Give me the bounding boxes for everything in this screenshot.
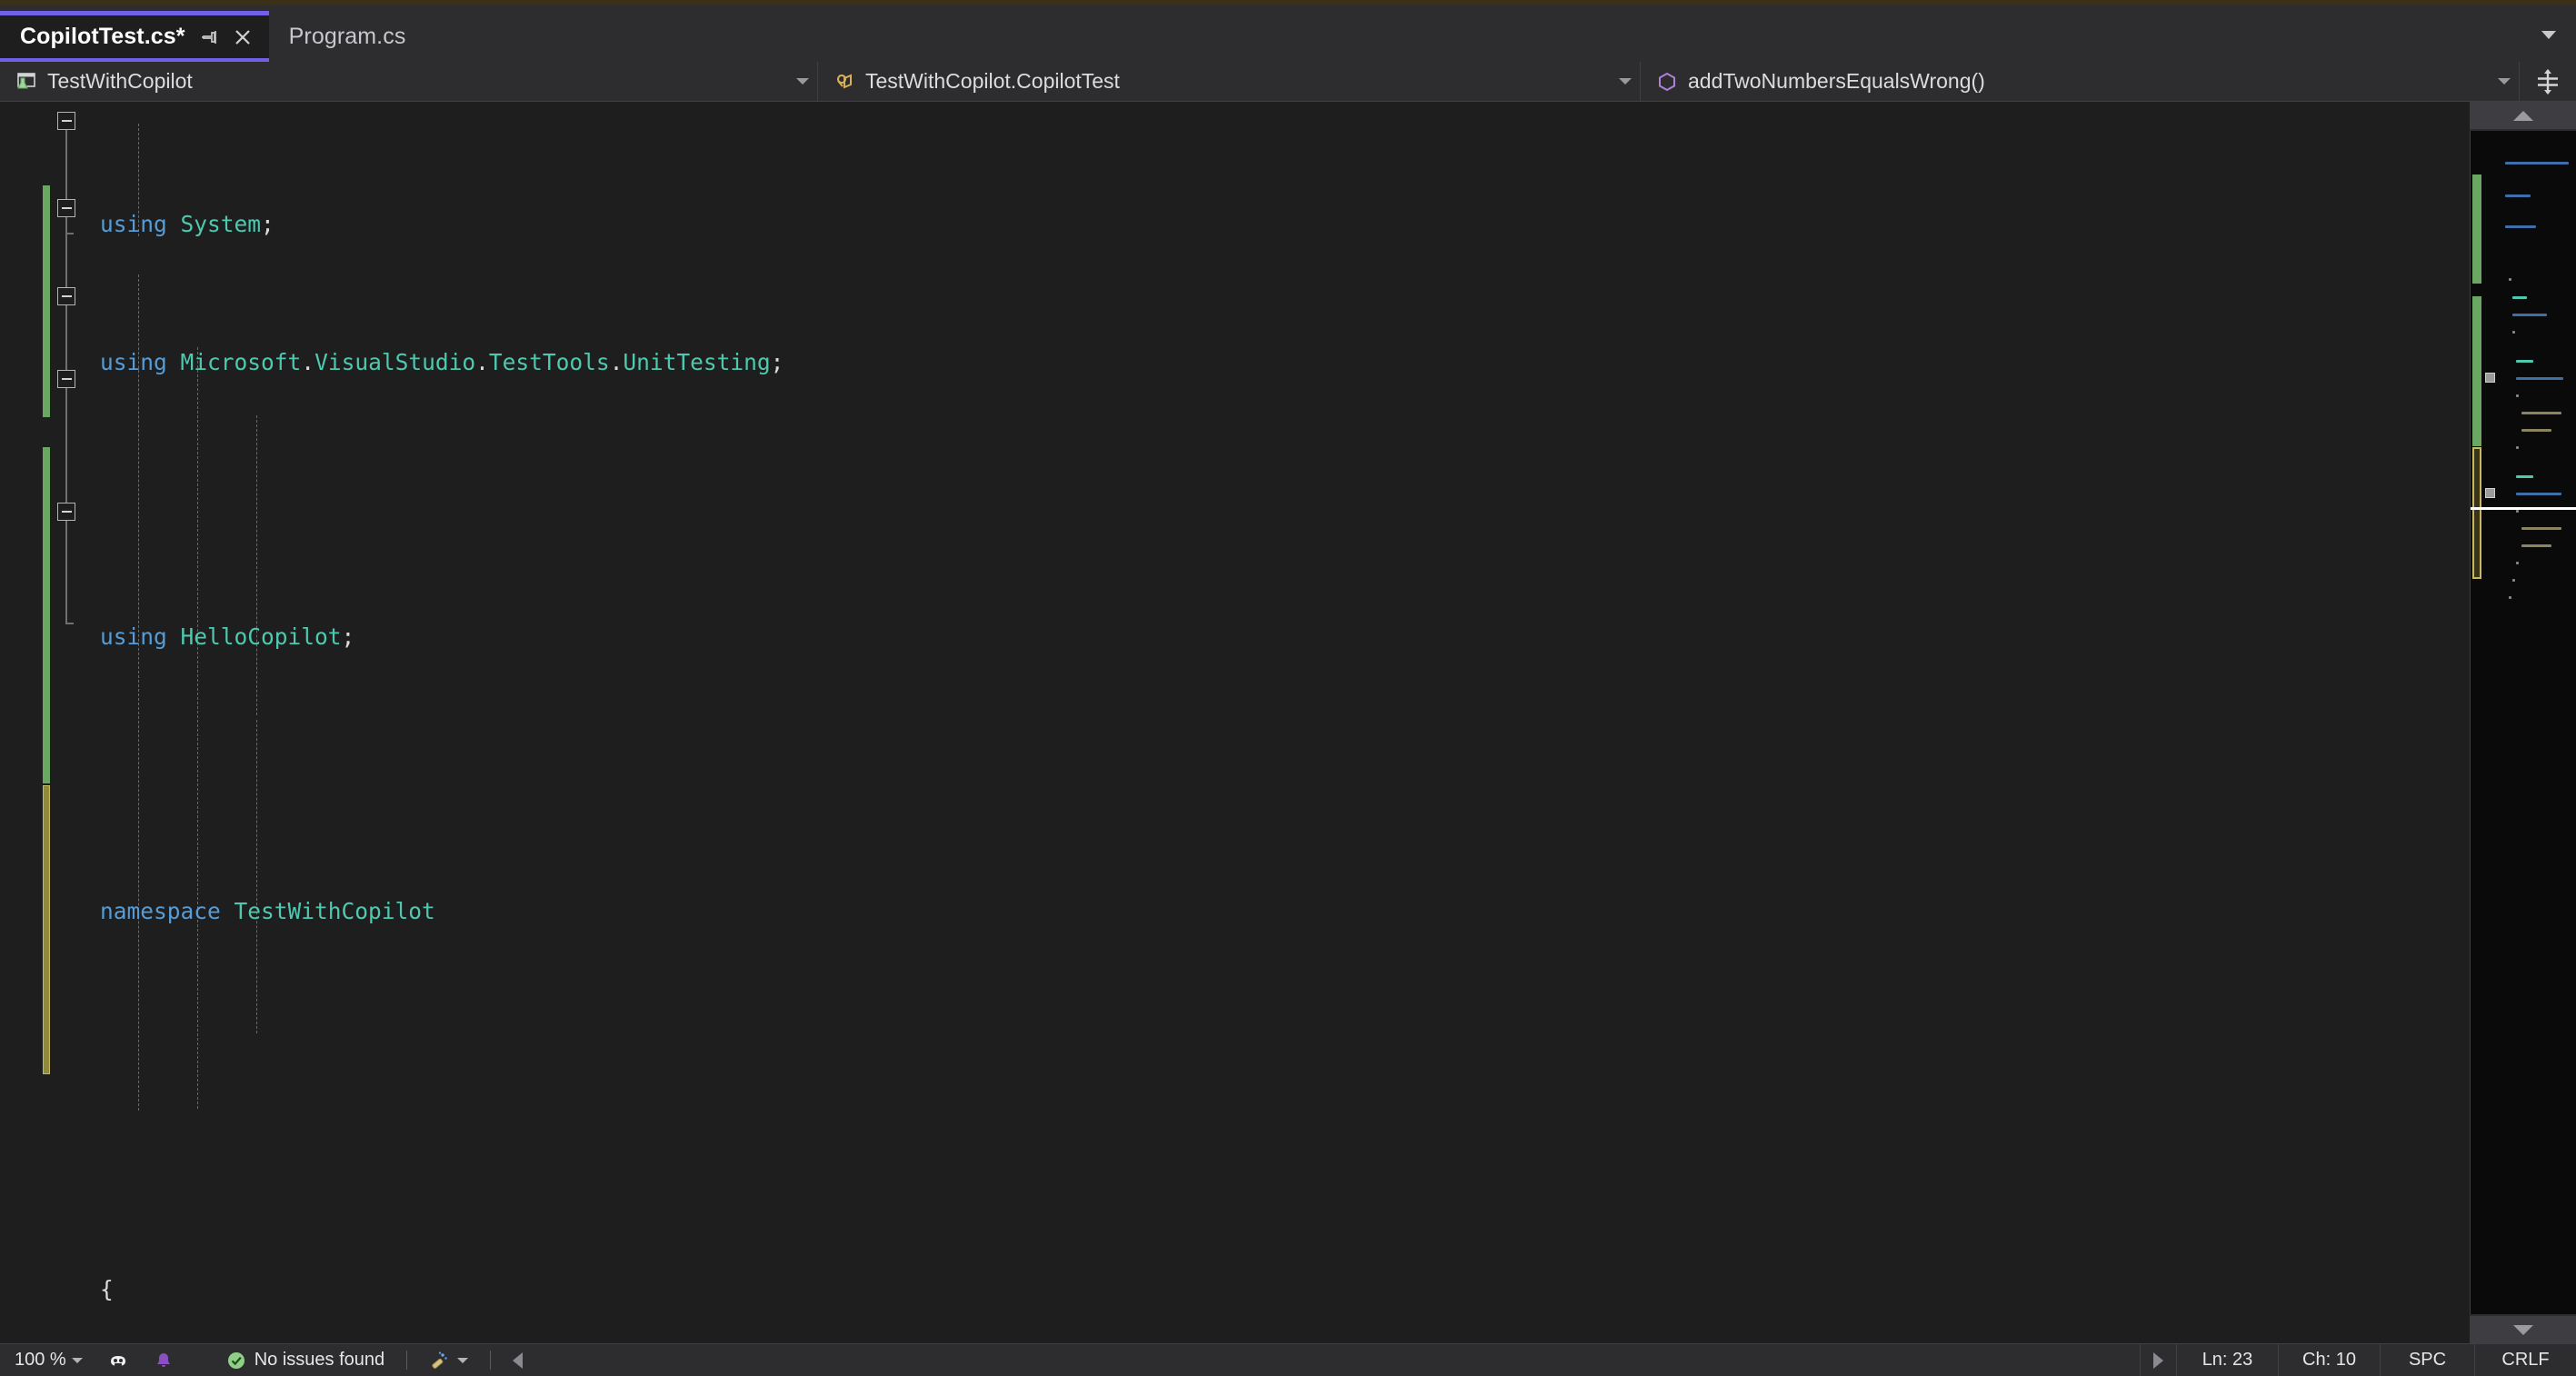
code-map-miniature xyxy=(2485,131,2576,1314)
intellicode-button[interactable] xyxy=(416,1344,481,1376)
code-map-change-saved xyxy=(2472,296,2481,446)
eol-label: CRLF xyxy=(2501,1350,2550,1370)
fold-line xyxy=(65,218,67,623)
member-selector[interactable]: addTwoNumbersEqualsWrong() xyxy=(1641,62,2520,101)
class-icon xyxy=(833,70,856,94)
issues-label: No issues found xyxy=(254,1350,385,1370)
tab-label: Program.cs xyxy=(288,23,406,49)
arrow-up-icon xyxy=(2512,110,2533,121)
arrow-left-icon xyxy=(513,1351,524,1369)
outlining-margin[interactable] xyxy=(55,102,80,1343)
indent-label: SPC xyxy=(2408,1350,2447,1370)
fold-toggle-namespace[interactable] xyxy=(57,199,75,217)
status-separator xyxy=(406,1351,408,1370)
code-line[interactable] xyxy=(80,1032,2470,1067)
tab-bar-spacer xyxy=(436,11,2521,62)
notifications-button[interactable] xyxy=(141,1344,186,1376)
arrow-down-icon xyxy=(2512,1324,2533,1335)
chevron-down-icon xyxy=(2537,23,2561,51)
scroll-up-button[interactable] xyxy=(2470,102,2576,129)
chevron-down-icon[interactable] xyxy=(457,1357,469,1363)
code-map-fold-icon xyxy=(2485,488,2495,498)
bell-icon xyxy=(154,1351,174,1371)
scroll-down-button[interactable] xyxy=(2470,1316,2576,1343)
status-bar-right-group: Ln: 23 Ch: 10 SPC CRLF xyxy=(2140,1344,2576,1376)
code-line[interactable]: using HelloCopilot; xyxy=(80,620,2470,654)
status-separator xyxy=(490,1351,492,1370)
magic-wand-icon xyxy=(429,1351,449,1371)
document-tab-bar: CopilotTest.cs* Program.cs xyxy=(0,5,2576,62)
arrow-right-icon xyxy=(2153,1351,2163,1369)
eol-indicator[interactable]: CRLF xyxy=(2474,1344,2576,1376)
fold-toggle-class[interactable] xyxy=(57,287,75,305)
column-indicator[interactable]: Ch: 10 xyxy=(2278,1344,2380,1376)
zoom-level-control[interactable]: 100 % xyxy=(0,1344,95,1376)
code-line[interactable]: namespace TestWithCopilot xyxy=(80,894,2470,929)
code-line[interactable] xyxy=(80,483,2470,517)
code-line[interactable] xyxy=(80,1135,2470,1170)
code-surface[interactable]: using System; using Microsoft.VisualStud… xyxy=(80,102,2470,1343)
split-editor-icon[interactable] xyxy=(2520,62,2576,101)
change-bar-unsaved xyxy=(43,785,50,1074)
project-selector[interactable]: TestWithCopilot xyxy=(0,62,818,101)
indicator-margin[interactable] xyxy=(0,102,40,1343)
code-map-overview[interactable] xyxy=(2470,131,2576,1314)
code-line[interactable]: { xyxy=(80,1272,2470,1307)
visual-studio-window: CopilotTest.cs* Program.cs TestWithCopil… xyxy=(0,0,2576,1376)
track-changes-margin xyxy=(40,102,55,1343)
copilot-icon xyxy=(108,1351,128,1371)
pin-icon[interactable] xyxy=(200,27,220,47)
change-bar-saved xyxy=(43,185,50,417)
code-map-change-marks xyxy=(2471,131,2483,1314)
code-text[interactable]: using System; using Microsoft.VisualStud… xyxy=(80,102,2470,1343)
chevron-down-icon[interactable] xyxy=(71,1357,83,1363)
change-bar-saved xyxy=(43,447,50,783)
tab-label: CopilotTest.cs* xyxy=(20,24,185,49)
code-line[interactable]: using System; xyxy=(80,207,2470,242)
check-circle-icon xyxy=(226,1351,246,1371)
navigation-bar: TestWithCopilot TestWithCopilot.CopilotT… xyxy=(0,62,2576,102)
line-label: Ln: 23 xyxy=(2202,1350,2253,1370)
tab-copilottest-cs[interactable]: CopilotTest.cs* xyxy=(0,11,269,62)
code-line[interactable]: using Microsoft.VisualStudio.TestTools.U… xyxy=(80,345,2470,380)
issues-status[interactable]: No issues found xyxy=(186,1344,397,1376)
type-selector-label: TestWithCopilot.CopilotTest xyxy=(865,69,1120,93)
member-selector-label: addTwoNumbersEqualsWrong() xyxy=(1688,69,1985,93)
close-icon[interactable] xyxy=(233,27,253,47)
vertical-scrollbar-rail[interactable] xyxy=(2470,102,2576,1343)
zoom-level-label: 100 % xyxy=(15,1350,66,1370)
code-map-fold-icon xyxy=(2485,373,2495,383)
project-selector-label: TestWithCopilot xyxy=(47,69,193,93)
fold-toggle-usings[interactable] xyxy=(57,112,75,130)
indent-indicator[interactable]: SPC xyxy=(2380,1344,2474,1376)
column-label: Ch: 10 xyxy=(2302,1350,2356,1370)
chevron-down-icon[interactable] xyxy=(1611,78,1640,85)
line-indicator[interactable]: Ln: 23 xyxy=(2176,1344,2278,1376)
fold-tick xyxy=(65,623,74,624)
chevron-down-icon[interactable] xyxy=(788,78,817,85)
code-map-change-saved xyxy=(2472,174,2481,284)
fold-toggle-method-correct[interactable] xyxy=(57,370,75,388)
scroll-right-button[interactable] xyxy=(2140,1344,2176,1376)
chevron-down-icon[interactable] xyxy=(2490,78,2519,85)
code-line[interactable] xyxy=(80,757,2470,792)
status-bar: 100 % No issues found Ln: 23 Ch: 10 SPC … xyxy=(0,1343,2576,1376)
method-icon xyxy=(1655,70,1679,94)
editor-area: using System; using Microsoft.VisualStud… xyxy=(0,102,2576,1343)
project-test-icon xyxy=(15,70,38,94)
tab-overflow-button[interactable] xyxy=(2521,11,2576,62)
tab-program-cs[interactable]: Program.cs xyxy=(268,11,437,62)
status-bar-spacer xyxy=(535,1344,2140,1376)
code-map-change-unsaved xyxy=(2472,447,2481,579)
copilot-status-button[interactable] xyxy=(95,1344,141,1376)
scroll-left-button[interactable] xyxy=(500,1344,535,1376)
type-selector[interactable]: TestWithCopilot.CopilotTest xyxy=(818,62,1641,101)
fold-toggle-method-wrong[interactable] xyxy=(57,503,75,521)
